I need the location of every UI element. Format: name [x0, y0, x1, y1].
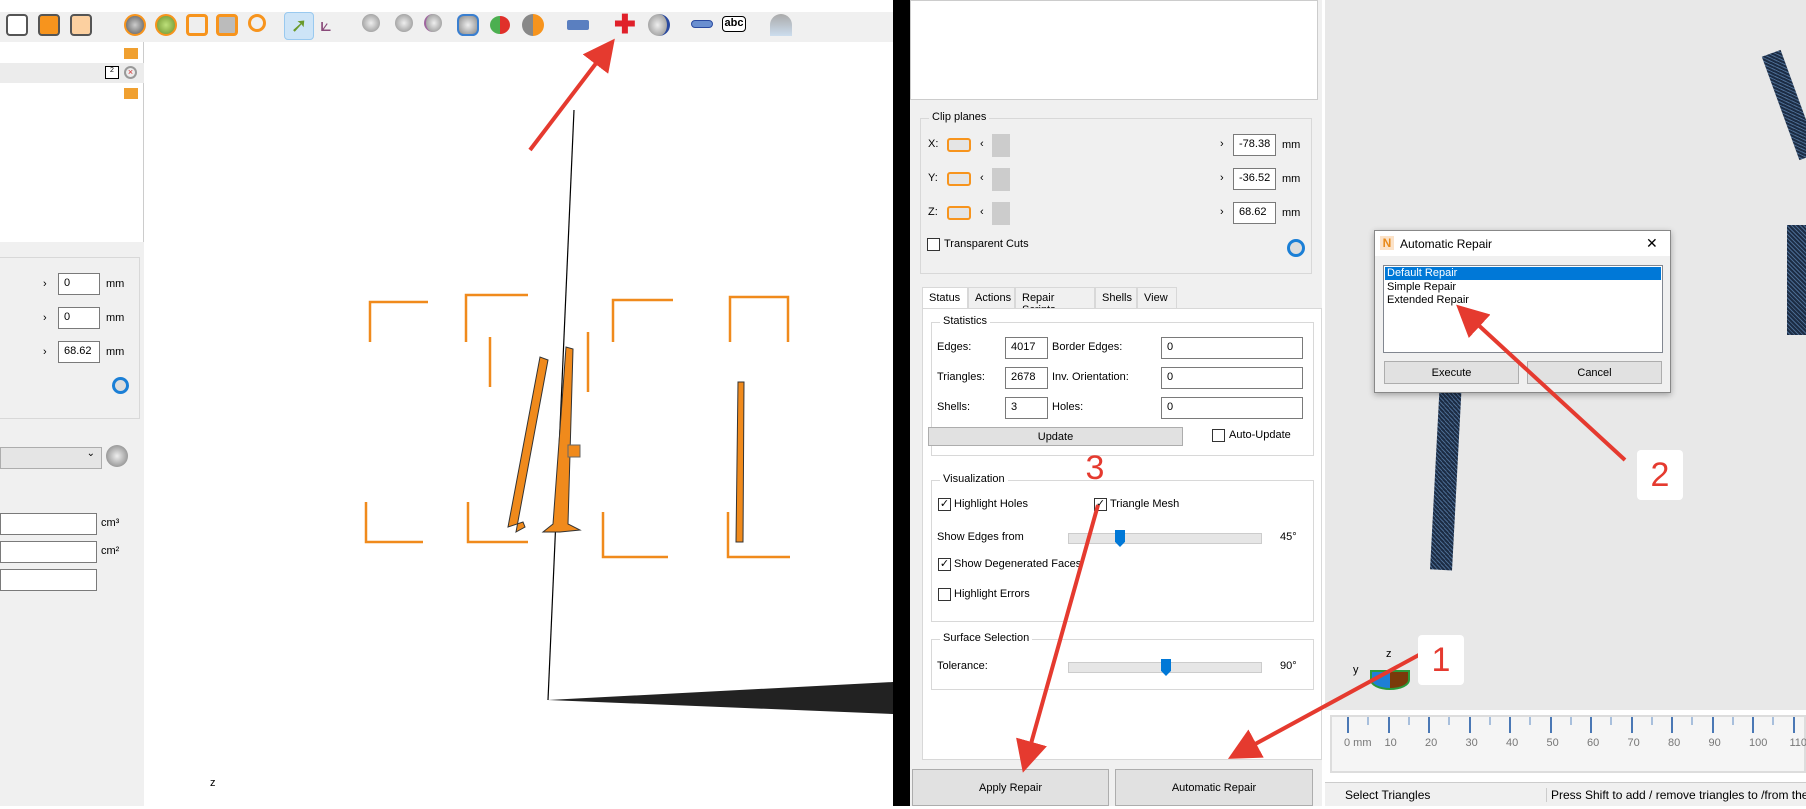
arrow-to-repair-icon — [530, 45, 610, 150]
step-1-label: 1 — [1418, 635, 1464, 685]
arrow-to-extended-repair — [1462, 310, 1625, 460]
step-3-label: 3 — [1072, 448, 1118, 488]
arrow-to-automatic-repair — [1235, 650, 1428, 755]
step-2-label: 2 — [1637, 450, 1683, 500]
annotation-arrows — [0, 0, 1806, 806]
arrow-to-apply-repair — [1025, 505, 1098, 765]
